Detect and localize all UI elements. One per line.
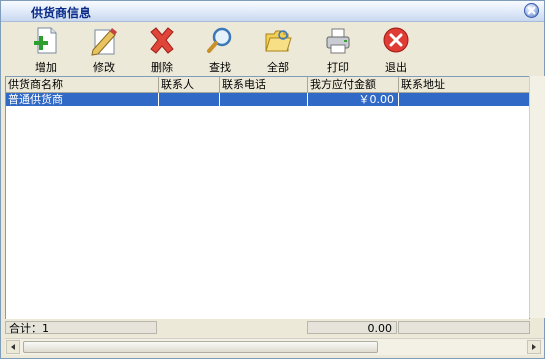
summary-empty-cell — [398, 321, 530, 334]
add-document-icon — [34, 27, 57, 54]
edit-label: 修改 — [93, 61, 115, 74]
edit-button[interactable]: 修改 — [78, 24, 130, 74]
horizontal-scrollbar[interactable] — [5, 338, 544, 355]
cell-name: 普通供货商 — [6, 93, 159, 106]
exit-icon — [383, 27, 409, 53]
delete-button[interactable]: 删除 — [136, 24, 188, 74]
close-icon — [527, 6, 536, 15]
print-label: 打印 — [327, 61, 349, 74]
add-button[interactable]: 增加 — [20, 24, 72, 74]
scroll-left-button[interactable] — [6, 340, 20, 354]
cell-contact — [159, 93, 220, 106]
total-amount: 0.00 — [307, 321, 397, 335]
supplier-info-window: 供货商信息 增加 修改 删除 查找 全部 打印 退出 供货商名称 联系人 联系电… — [0, 0, 545, 359]
magnifier-icon — [207, 27, 232, 53]
summary-bar: 合计：1 0.00 — [5, 319, 544, 339]
table-row[interactable]: 普通供货商 ￥0.00 — [6, 93, 529, 106]
folder-icon — [265, 30, 292, 52]
vertical-scrollbar[interactable] — [529, 76, 545, 318]
exit-button[interactable]: 退出 — [370, 24, 422, 74]
table-header: 供货商名称 联系人 联系电话 我方应付金额 联系地址 邮 — [6, 77, 529, 93]
cell-amount: ￥0.00 — [308, 93, 399, 106]
all-label: 全部 — [267, 61, 289, 74]
cell-phone — [220, 93, 308, 106]
add-label: 增加 — [35, 61, 57, 74]
window-title: 供货商信息 — [31, 6, 92, 20]
search-button[interactable]: 查找 — [194, 24, 246, 74]
supplier-table: 供货商名称 联系人 联系电话 我方应付金额 联系地址 邮 普通供货商 ￥0.00 — [5, 76, 530, 320]
cell-address — [399, 93, 529, 106]
all-button[interactable]: 全部 — [252, 24, 304, 74]
edit-pencil-icon — [91, 28, 117, 56]
chevron-right-icon — [532, 344, 536, 350]
scroll-thumb[interactable] — [23, 341, 378, 353]
close-button[interactable] — [524, 3, 539, 18]
chevron-left-icon — [11, 344, 15, 350]
print-button[interactable]: 打印 — [312, 24, 364, 74]
column-header-amount[interactable]: 我方应付金额 — [308, 77, 399, 92]
exit-label: 退出 — [385, 61, 407, 74]
toolbar: 增加 修改 删除 查找 全部 打印 退出 — [2, 22, 543, 76]
column-header-name[interactable]: 供货商名称 — [6, 77, 159, 92]
column-header-phone[interactable]: 联系电话 — [220, 77, 308, 92]
column-header-contact[interactable]: 联系人 — [159, 77, 220, 92]
title-bar: 供货商信息 — [1, 1, 544, 22]
record-count: 合计：1 — [5, 321, 157, 335]
column-header-address[interactable]: 联系地址 — [399, 77, 529, 92]
scroll-right-button[interactable] — [527, 340, 541, 354]
search-label: 查找 — [209, 61, 231, 74]
delete-x-icon — [150, 27, 174, 54]
printer-icon — [326, 28, 350, 54]
delete-label: 删除 — [151, 61, 173, 74]
